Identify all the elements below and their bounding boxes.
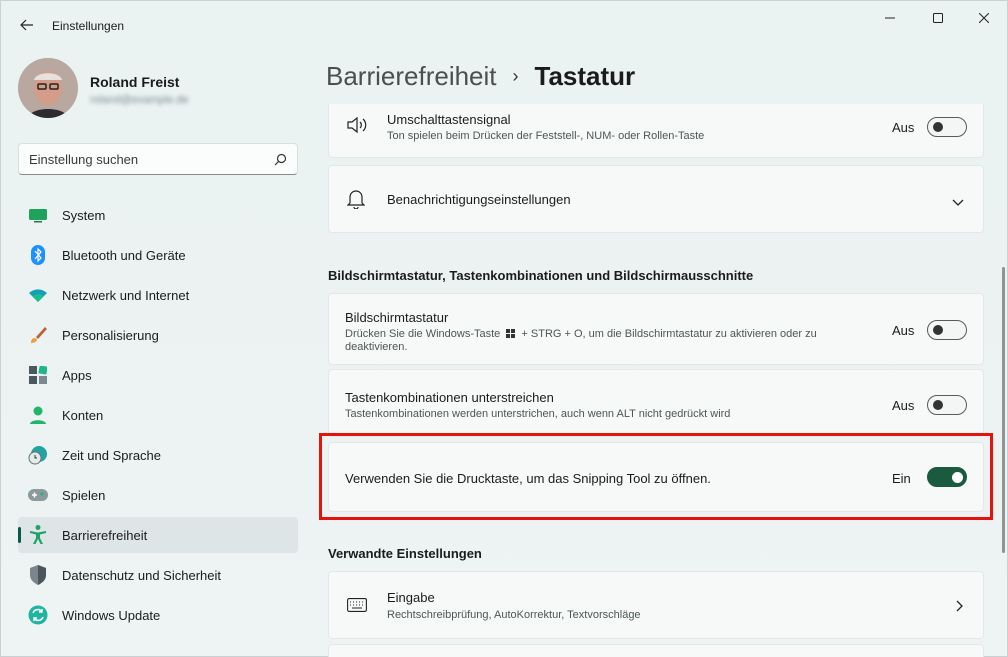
subtitle-text-pre: Drücken Sie die Windows-Taste <box>345 328 501 340</box>
sidebar-item-label: Zeit und Sprache <box>62 447 162 463</box>
maximize-button[interactable] <box>915 1 961 35</box>
toggle-knob <box>933 122 943 132</box>
settings-window: Einstellungen Roland Freist roland@examp… <box>0 0 1008 657</box>
search-input[interactable]: Einstellung suchen <box>18 143 298 175</box>
card-title: Benachrichtigungseinstellungen <box>387 192 571 207</box>
sidebar-item-accounts[interactable]: Konten <box>18 397 298 433</box>
profile-name: Roland Freist <box>90 74 180 90</box>
scrollbar[interactable] <box>1002 267 1005 553</box>
sidebar-nav: System Bluetooth und Geräte Netzwerk und… <box>18 197 298 637</box>
sidebar-item-gaming[interactable]: Spielen <box>18 477 298 513</box>
card-title: Umschalttastensignal <box>387 112 511 127</box>
notification-settings-card[interactable]: Benachrichtigungseinstellungen <box>328 165 984 233</box>
apps-icon <box>28 365 48 385</box>
breadcrumb-separator: › <box>512 66 519 86</box>
sidebar-item-label: Apps <box>62 367 92 383</box>
back-arrow-icon <box>20 19 33 31</box>
card-subtitle: Drücken Sie die Windows-Taste + STRG + O… <box>345 328 865 354</box>
title-bar: Einstellungen <box>1 1 1007 45</box>
sidebar-item-apps[interactable]: Apps <box>18 357 298 393</box>
sidebar-item-privacy[interactable]: Datenschutz und Sicherheit <box>18 557 298 593</box>
sidebar-item-bluetooth[interactable]: Bluetooth und Geräte <box>18 237 298 273</box>
section-header-related: Verwandte Einstellungen <box>328 546 482 561</box>
underline-shortcuts-switch[interactable] <box>927 395 967 415</box>
page-title: Tastatur <box>534 61 636 91</box>
bluetooth-icon <box>28 245 48 265</box>
input-settings-card[interactable]: Eingabe Rechtschreibprüfung, AutoKorrekt… <box>328 571 984 639</box>
accessibility-icon <box>28 525 48 545</box>
sidebar-item-label: Spielen <box>62 487 106 503</box>
window-title: Einstellungen <box>52 19 125 33</box>
next-related-card[interactable] <box>328 644 984 657</box>
close-button[interactable] <box>961 1 1007 35</box>
shield-icon <box>28 565 48 585</box>
onscreen-keyboard-switch[interactable] <box>927 320 967 340</box>
toggle-keys-sound-card: Umschalttastensignal Ton spielen beim Dr… <box>328 104 984 158</box>
subtitle-text-post: + STRG + O, um die Bildschirmtastatur zu… <box>521 328 817 340</box>
sidebar-item-label: Personalisierung <box>62 327 159 343</box>
sidebar-item-label: Bluetooth und Geräte <box>62 247 186 263</box>
sidebar-item-label: Barrierefreiheit <box>62 527 148 543</box>
minimize-button[interactable] <box>867 1 913 35</box>
search-icon <box>274 153 287 165</box>
section-header-shortcuts: Bildschirmtastatur, Tastenkombinationen … <box>328 268 754 283</box>
toggle-knob <box>933 325 943 335</box>
clock-icon <box>28 445 48 465</box>
sidebar-item-label: System <box>62 207 106 223</box>
breadcrumb: Barrierefreiheit › Tastatur <box>326 61 635 92</box>
sidebar-item-time-language[interactable]: Zeit und Sprache <box>18 437 298 473</box>
sidebar-item-label: Konten <box>62 407 104 423</box>
card-title: Bildschirmtastatur <box>345 310 449 325</box>
gamepad-icon <box>28 485 48 505</box>
maximize-icon <box>933 13 943 23</box>
windows-logo-icon <box>506 329 516 338</box>
card-title: Tastenkombinationen unterstreichen <box>345 390 554 405</box>
sidebar-item-windows-update[interactable]: Windows Update <box>18 597 298 633</box>
profile-email: roland@example.de <box>90 94 189 106</box>
breadcrumb-parent[interactable]: Barrierefreiheit <box>326 61 497 92</box>
search-placeholder: Einstellung suchen <box>29 151 139 167</box>
sidebar-item-label: Datenschutz und Sicherheit <box>62 567 221 583</box>
card-title: Eingabe <box>387 590 435 605</box>
brush-icon <box>28 325 48 345</box>
toggle-state-label: Aus <box>892 323 915 338</box>
sidebar-item-accessibility[interactable]: Barrierefreiheit <box>18 517 298 553</box>
system-icon <box>28 205 48 225</box>
highlight-frame <box>319 433 993 520</box>
sidebar-item-label: Netzwerk und Internet <box>62 287 190 303</box>
update-icon <box>28 605 48 625</box>
subtitle-text-line2: deaktivieren. <box>345 341 408 353</box>
toggle-keys-sound-switch[interactable] <box>927 117 967 137</box>
toggle-state-label: Aus <box>892 398 915 413</box>
keyboard-icon <box>347 598 367 617</box>
avatar[interactable] <box>18 58 78 118</box>
card-subtitle: Tastenkombinationen werden unterstrichen… <box>345 408 731 420</box>
onscreen-keyboard-card: Bildschirmtastatur Drücken Sie die Windo… <box>328 293 984 365</box>
back-button[interactable] <box>13 13 41 37</box>
toggle-knob <box>933 400 943 410</box>
speaker-icon <box>346 116 368 139</box>
sidebar-item-network[interactable]: Netzwerk und Internet <box>18 277 298 313</box>
account-icon <box>28 405 48 425</box>
card-subtitle: Ton spielen beim Drücken der Feststell-,… <box>387 130 705 142</box>
close-icon <box>979 13 989 23</box>
sidebar-item-system[interactable]: System <box>18 197 298 233</box>
sidebar-item-label: Windows Update <box>62 607 161 623</box>
sidebar-item-personalization[interactable]: Personalisierung <box>18 317 298 353</box>
chevron-right-icon[interactable] <box>956 599 964 617</box>
bell-icon <box>346 189 366 214</box>
wifi-icon <box>28 285 48 305</box>
toggle-state-label: Aus <box>892 120 915 135</box>
minimize-icon <box>885 17 895 19</box>
chevron-down-icon[interactable] <box>952 194 964 212</box>
card-subtitle: Rechtschreibprüfung, AutoKorrektur, Text… <box>387 609 641 621</box>
underline-shortcuts-card: Tastenkombinationen unterstreichen Taste… <box>328 369 984 437</box>
avatar-photo-icon <box>18 58 78 118</box>
